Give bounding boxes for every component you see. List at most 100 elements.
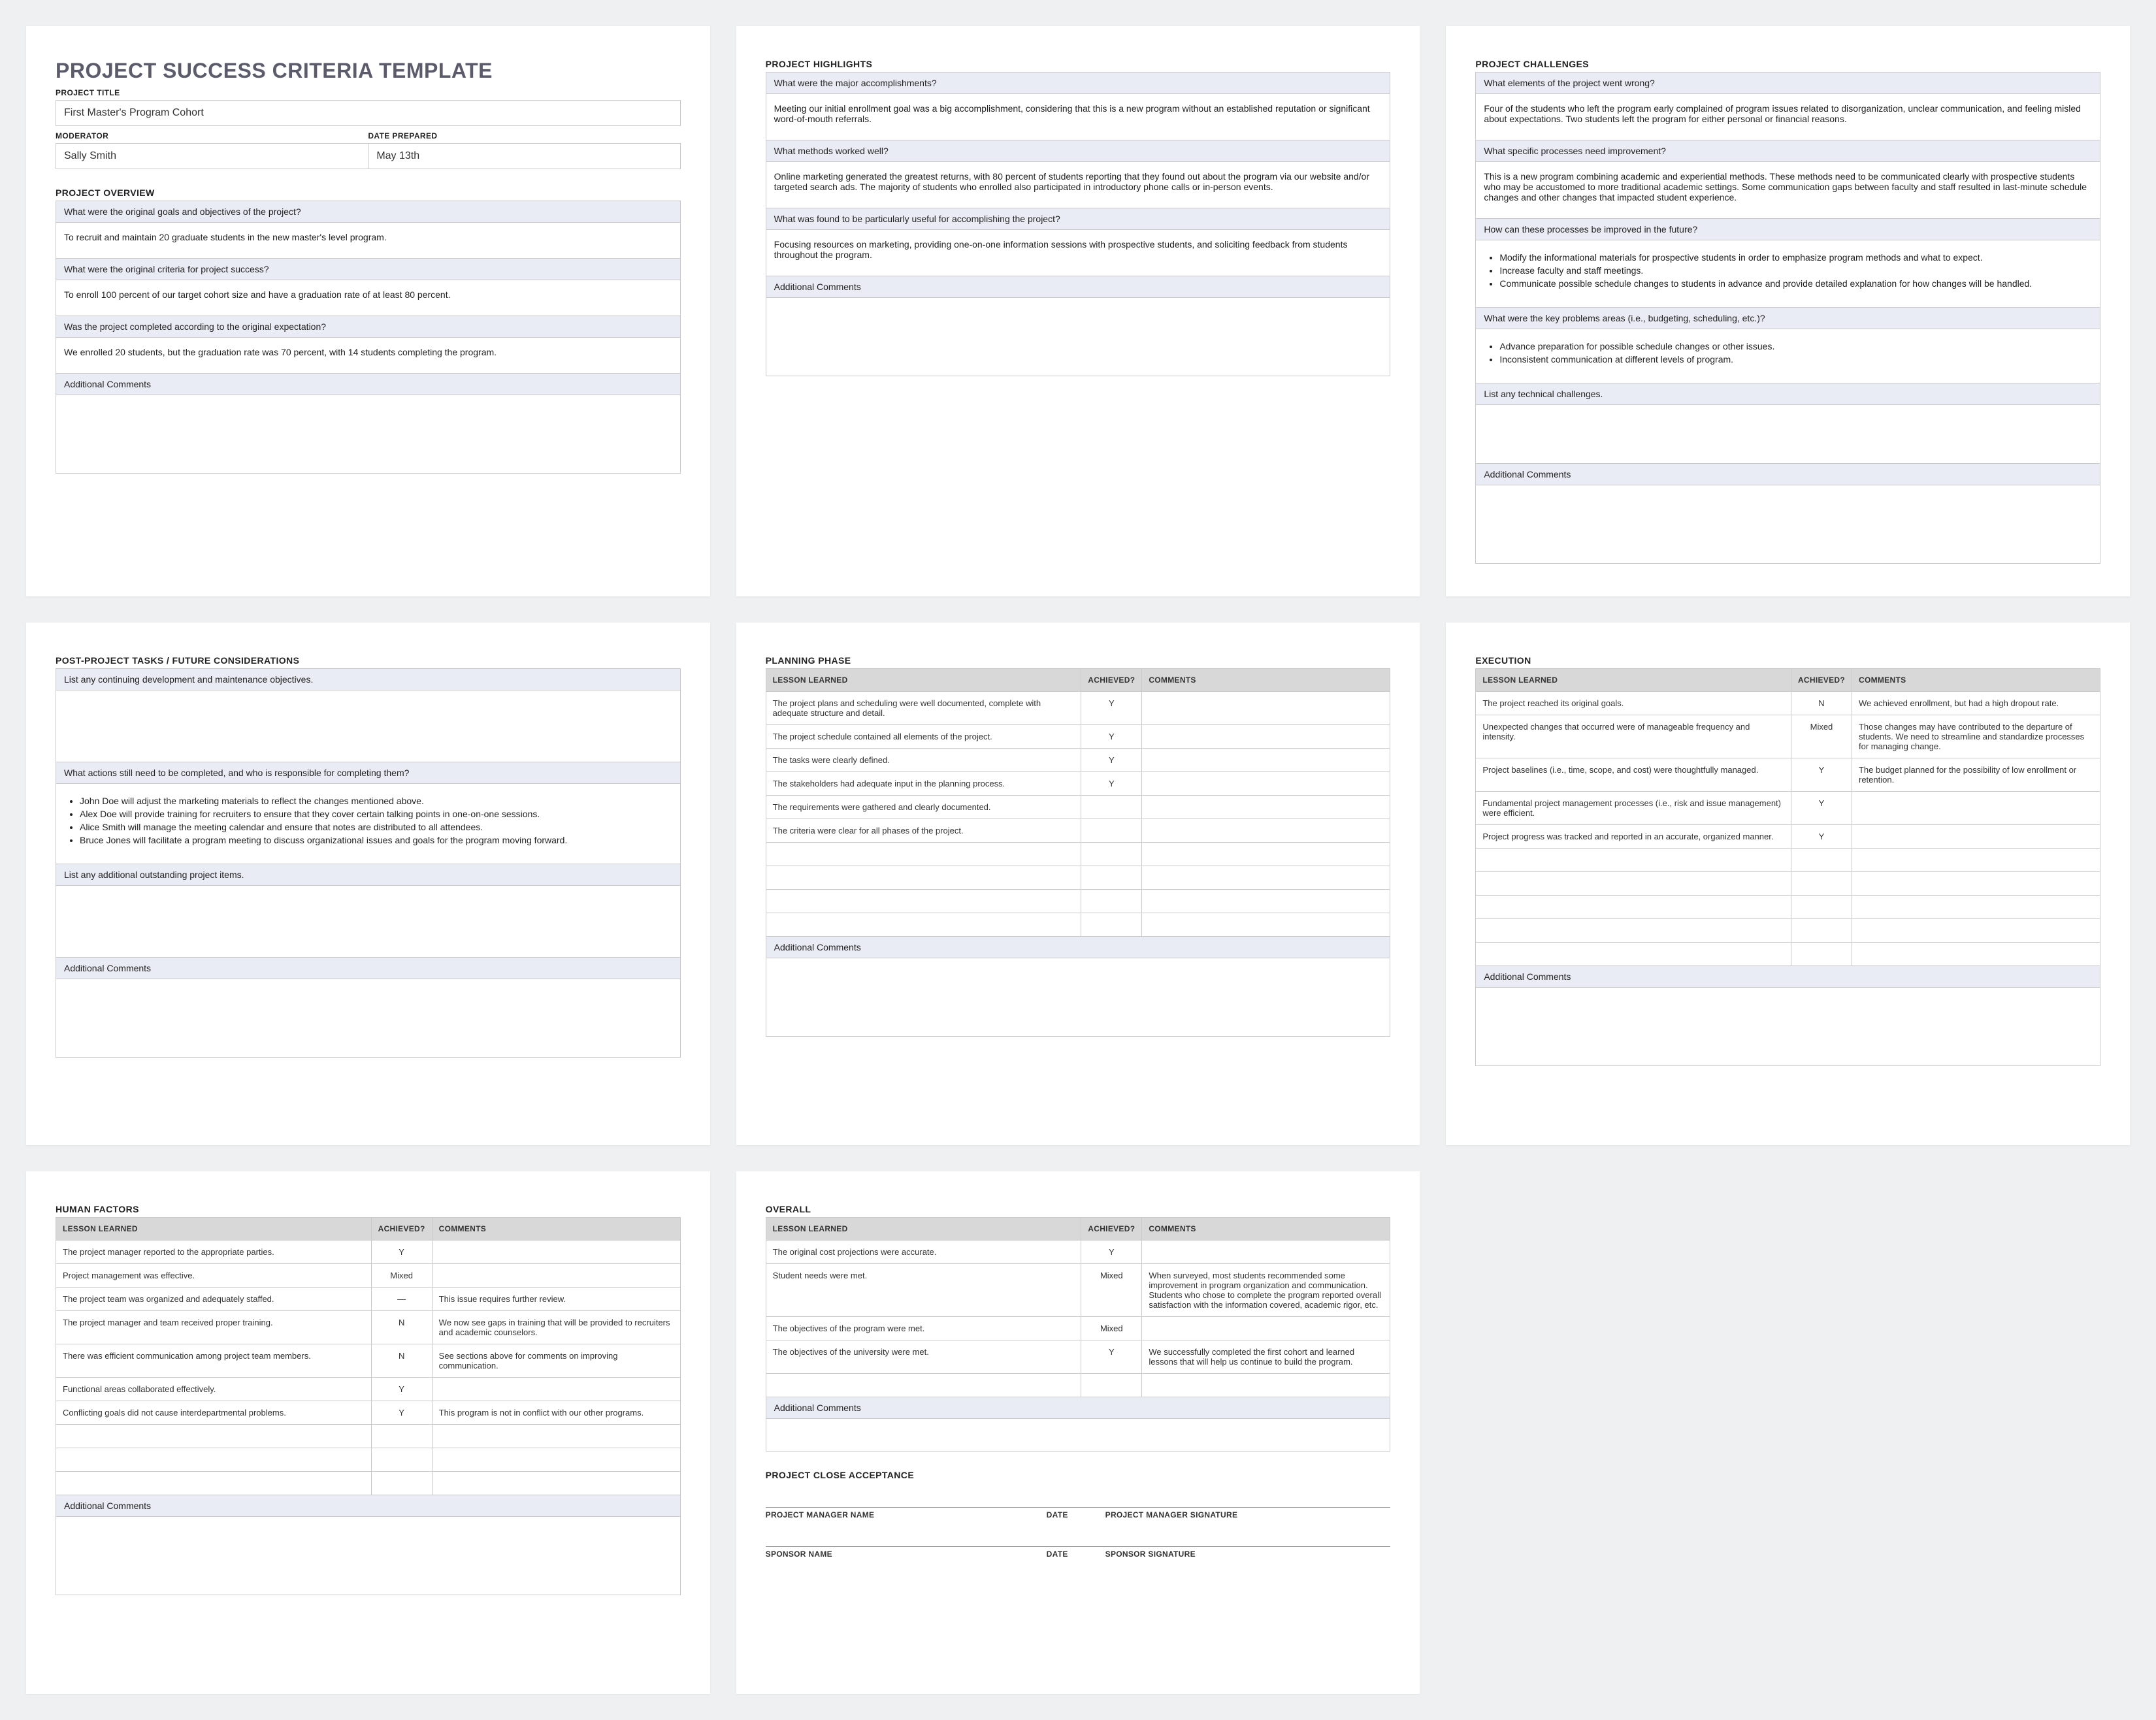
highlights-addl-box[interactable] — [766, 298, 1391, 376]
cell-comments[interactable] — [432, 1264, 680, 1288]
cell-comments[interactable]: See sections above for comments on impro… — [432, 1344, 680, 1378]
cell-comments[interactable] — [432, 1241, 680, 1264]
cell-lesson[interactable]: Fundamental project management processes… — [1476, 792, 1791, 825]
cell-achieved[interactable]: Y — [371, 1378, 432, 1401]
cell-comments[interactable] — [1142, 913, 1390, 937]
postproject-addl-box[interactable] — [56, 979, 681, 1058]
cell-comments[interactable]: Those changes may have contributed to th… — [1852, 715, 2100, 758]
cell-comments[interactable]: We successfully completed the first coho… — [1142, 1340, 1390, 1374]
cell-lesson[interactable]: Student needs were met. — [766, 1264, 1081, 1317]
cell-comments[interactable] — [1142, 1317, 1390, 1340]
cell-achieved[interactable] — [1081, 866, 1142, 890]
planning-addl-box[interactable] — [766, 958, 1391, 1037]
cell-comments[interactable] — [1142, 1241, 1390, 1264]
postproject-a3[interactable] — [56, 886, 681, 958]
cell-lesson[interactable]: The stakeholders had adequate input in t… — [766, 772, 1081, 796]
cell-lesson[interactable] — [56, 1472, 372, 1495]
cell-achieved[interactable]: Y — [1791, 758, 1852, 792]
cell-comments[interactable] — [1142, 725, 1390, 749]
cell-comments[interactable]: We now see gaps in training that will be… — [432, 1311, 680, 1344]
cell-comments[interactable] — [432, 1425, 680, 1448]
cell-lesson[interactable] — [766, 866, 1081, 890]
cell-achieved[interactable]: Mixed — [371, 1264, 432, 1288]
cell-lesson[interactable] — [766, 1374, 1081, 1397]
cell-comments[interactable]: When surveyed, most students recommended… — [1142, 1264, 1390, 1317]
highlights-a3[interactable]: Focusing resources on marketing, providi… — [766, 230, 1391, 276]
cell-achieved[interactable]: Y — [371, 1401, 432, 1425]
cell-lesson[interactable]: Project progress was tracked and reporte… — [1476, 825, 1791, 849]
cell-achieved[interactable]: Y — [371, 1241, 432, 1264]
postproject-a2[interactable]: John Doe will adjust the marketing mater… — [56, 784, 681, 864]
cell-achieved[interactable] — [1081, 913, 1142, 937]
cell-comments[interactable] — [1142, 843, 1390, 866]
input-project-title[interactable]: First Master's Program Cohort — [56, 100, 681, 126]
cell-lesson[interactable]: The criteria were clear for all phases o… — [766, 819, 1081, 843]
cell-achieved[interactable]: Y — [1081, 772, 1142, 796]
overview-a2[interactable]: To enroll 100 percent of our target coho… — [56, 280, 681, 316]
cell-achieved[interactable] — [371, 1425, 432, 1448]
cell-lesson[interactable] — [56, 1448, 372, 1472]
cell-comments[interactable] — [1852, 896, 2100, 919]
cell-lesson[interactable]: The objectives of the program were met. — [766, 1317, 1081, 1340]
cell-achieved[interactable]: N — [371, 1311, 432, 1344]
cell-achieved[interactable] — [1081, 890, 1142, 913]
cell-achieved[interactable] — [1791, 849, 1852, 872]
cell-achieved[interactable]: Mixed — [1081, 1264, 1142, 1317]
cell-lesson[interactable]: The project team was organized and adequ… — [56, 1288, 372, 1311]
cell-achieved[interactable]: N — [371, 1344, 432, 1378]
cell-lesson[interactable] — [1476, 849, 1791, 872]
cell-comments[interactable] — [1142, 692, 1390, 725]
cell-lesson[interactable]: The project schedule contained all eleme… — [766, 725, 1081, 749]
cell-comments[interactable]: The budget planned for the possibility o… — [1852, 758, 2100, 792]
cell-lesson[interactable]: The project reached its original goals. — [1476, 692, 1791, 715]
cell-lesson[interactable] — [766, 890, 1081, 913]
challenges-a2[interactable]: This is a new program combining academic… — [1475, 162, 2100, 219]
cell-lesson[interactable] — [56, 1425, 372, 1448]
input-date-prepared[interactable]: May 13th — [368, 143, 680, 169]
cell-lesson[interactable]: Project baselines (i.e., time, scope, an… — [1476, 758, 1791, 792]
cell-achieved[interactable]: Y — [1081, 749, 1142, 772]
cell-achieved[interactable]: Mixed — [1081, 1317, 1142, 1340]
cell-lesson[interactable] — [1476, 943, 1791, 966]
challenges-a4[interactable]: Advance preparation for possible schedul… — [1475, 329, 2100, 383]
cell-comments[interactable] — [1852, 872, 2100, 896]
cell-comments[interactable] — [432, 1472, 680, 1495]
cell-achieved[interactable] — [1081, 819, 1142, 843]
cell-comments[interactable] — [432, 1378, 680, 1401]
cell-achieved[interactable] — [1081, 1374, 1142, 1397]
cell-achieved[interactable]: Mixed — [1791, 715, 1852, 758]
highlights-a1[interactable]: Meeting our initial enrollment goal was … — [766, 94, 1391, 140]
cell-lesson[interactable] — [1476, 896, 1791, 919]
cell-lesson[interactable]: There was efficient communication among … — [56, 1344, 372, 1378]
overview-a1[interactable]: To recruit and maintain 20 graduate stud… — [56, 223, 681, 259]
cell-lesson[interactable]: The project manager and team received pr… — [56, 1311, 372, 1344]
challenges-a5[interactable] — [1475, 405, 2100, 464]
cell-achieved[interactable]: Y — [1081, 1340, 1142, 1374]
cell-lesson[interactable] — [766, 913, 1081, 937]
sponsor-name-line[interactable] — [766, 1529, 1047, 1547]
sponsor-sig-line[interactable] — [1105, 1529, 1391, 1547]
challenges-addl-box[interactable] — [1475, 485, 2100, 564]
human-addl-box[interactable] — [56, 1517, 681, 1595]
cell-achieved[interactable] — [1791, 919, 1852, 943]
pm-sig-line[interactable] — [1105, 1489, 1391, 1508]
pm-name-line[interactable] — [766, 1489, 1047, 1508]
cell-achieved[interactable] — [1791, 943, 1852, 966]
input-moderator[interactable]: Sally Smith — [56, 143, 368, 169]
cell-lesson[interactable]: The original cost projections were accur… — [766, 1241, 1081, 1264]
cell-comments[interactable] — [1852, 849, 2100, 872]
cell-comments[interactable]: This program is not in conflict with our… — [432, 1401, 680, 1425]
highlights-a2[interactable]: Online marketing generated the greatest … — [766, 162, 1391, 208]
cell-lesson[interactable]: Unexpected changes that occurred were of… — [1476, 715, 1791, 758]
cell-comments[interactable] — [1142, 772, 1390, 796]
cell-achieved[interactable]: Y — [1791, 792, 1852, 825]
cell-comments[interactable] — [1852, 825, 2100, 849]
cell-comments[interactable] — [1142, 1374, 1390, 1397]
cell-achieved[interactable]: Y — [1081, 725, 1142, 749]
cell-lesson[interactable] — [766, 843, 1081, 866]
postproject-a1[interactable] — [56, 690, 681, 762]
cell-comments[interactable] — [1142, 796, 1390, 819]
cell-lesson[interactable]: The tasks were clearly defined. — [766, 749, 1081, 772]
pm-date-line[interactable] — [1047, 1489, 1105, 1508]
cell-achieved[interactable]: Y — [1081, 692, 1142, 725]
